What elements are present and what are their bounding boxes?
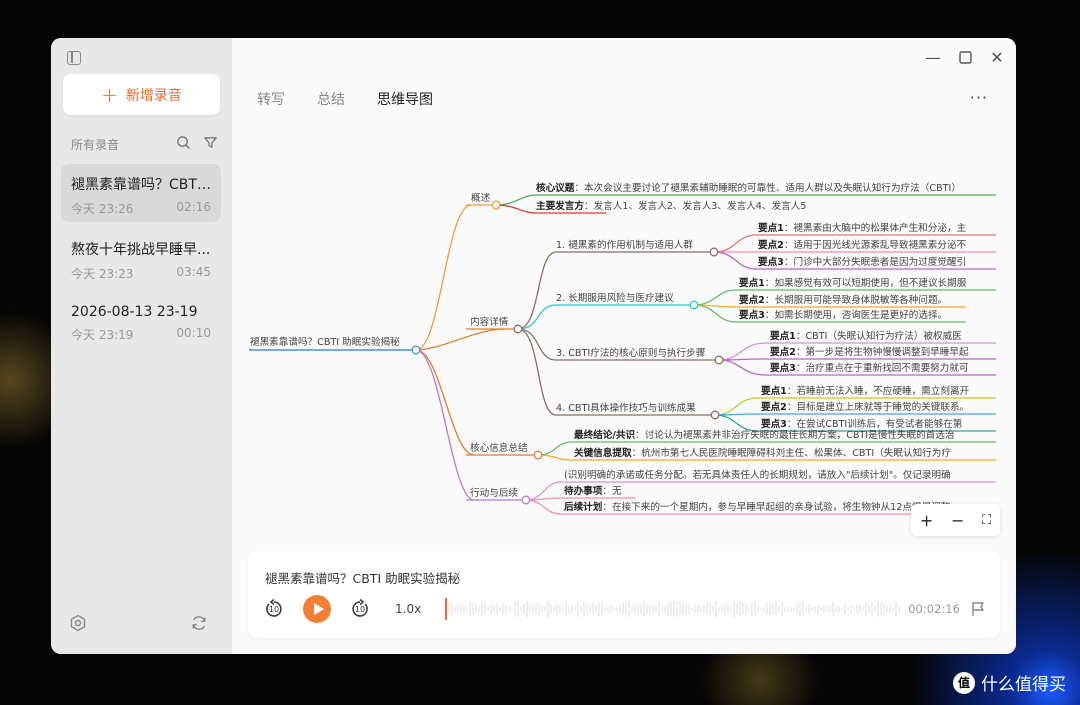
sidebar-tools <box>176 135 218 150</box>
mindmap-node[interactable]: 2. 长期服用风险与医疗建议 <box>556 293 674 305</box>
flag-icon[interactable] <box>970 601 986 617</box>
mindmap-branch-core[interactable]: 核心信息总结 <box>470 443 528 455</box>
mindmap-node[interactable]: 要点2：长期服用可能导致身体脱敏等各种问题。 <box>739 295 947 307</box>
recording-duration: 03:45 <box>176 265 211 279</box>
mindmap-node[interactable]: 主要发言方：发言人1、发言人2、发言人3、发言人4、发言人5 <box>536 201 806 213</box>
plus-icon: + <box>101 82 118 107</box>
mindmap-node[interactable]: 要点3：如需长期使用，咨询医生是更好的选择。 <box>739 310 947 322</box>
player-title: 褪黑素靠谱吗？CBTI 助眠实验揭秘 <box>265 571 461 586</box>
tab-bar: 转写 总结 思维导图 <box>257 89 433 109</box>
mindmap-node[interactable]: 关键信息提取：杭州市第七人民医院睡眠障碍科刘主任、松果体、CBTI（失眠认知行为… <box>574 448 951 460</box>
mindmap-node[interactable]: 1. 褪黑素的作用机制与适用人群 <box>556 240 693 252</box>
window-controls: — ✕ <box>924 48 1006 67</box>
watermark: 值 什么值得买 <box>953 670 1066 695</box>
mindmap-node[interactable]: 后续计划：在接下来的一个星期内，参与早睡早起组的亲身试验，将生物钟从12点慢慢调… <box>564 502 950 514</box>
forward-10-button[interactable]: 10 <box>349 598 371 620</box>
tab-transcript[interactable]: 转写 <box>257 89 285 109</box>
playback-time: 00:02:16 <box>908 602 960 616</box>
mindmap-node[interactable]: (识别明确的承诺或任务分配。若无具体责任人的长期规划，请放入"后续计划"。仅记录… <box>564 470 951 482</box>
all-recordings-label: 所有录音 <box>71 138 120 152</box>
mindmap-node[interactable]: 要点3：门诊中大部分失眠患者是因为过度觉醒引 <box>758 257 966 269</box>
zoom-in-icon[interactable]: + <box>920 511 933 530</box>
mindmap-node[interactable]: 待办事项：无 <box>564 486 622 498</box>
filter-icon[interactable] <box>203 135 218 150</box>
main-panel: — ✕ 转写 总结 思维导图 ··· 褪黑素靠谱吗？CBTI 助眠实验揭秘 概述… <box>232 38 1016 654</box>
mindmap-branch-actions[interactable]: 行动与后续 <box>470 488 518 500</box>
minimize-icon[interactable]: — <box>924 48 942 67</box>
watermark-text: 什么值得买 <box>981 675 1066 695</box>
zoom-out-icon[interactable]: − <box>951 511 964 530</box>
recording-item[interactable]: 2026-08-13 23-19 今天 23:19 00:10 <box>61 294 221 352</box>
app-window: + 新增录音 所有录音 褪黑素靠谱吗？CBTI... 今天 23:26 02:16… <box>51 38 1016 654</box>
mindmap-node[interactable]: 要点2：适用于因光线光源紊乱导致褪黑素分泌不 <box>758 240 966 252</box>
search-icon[interactable] <box>176 135 191 150</box>
mindmap-node[interactable]: 3. CBTI疗法的核心原则与执行步骤 <box>556 348 705 360</box>
mindmap-canvas[interactable]: 褪黑素靠谱吗？CBTI 助眠实验揭秘 概述 内容详情 核心信息总结 行动与后续 … <box>246 142 996 547</box>
mindmap-zoom-controls: + − ⛶ <box>911 504 1000 536</box>
recording-list: 褪黑素靠谱吗？CBTI... 今天 23:26 02:16 熬夜十年挑战早睡早..… <box>61 164 221 359</box>
sidebar: + 新增录音 所有录音 褪黑素靠谱吗？CBTI... 今天 23:26 02:16… <box>51 38 232 654</box>
recording-date: 今天 23:23 <box>71 267 134 281</box>
recording-date: 今天 23:26 <box>71 202 134 216</box>
mindmap-branch-overview[interactable]: 概述 <box>471 193 490 205</box>
waveform-scrubber[interactable] <box>445 597 900 621</box>
recording-item[interactable]: 熬夜十年挑战早睡早... 今天 23:23 03:45 <box>61 229 221 287</box>
playback-speed[interactable]: 1.0x <box>395 602 421 616</box>
mindmap-node[interactable]: 要点1：CBTI（失眠认知行为疗法）被权威医 <box>770 331 962 343</box>
tab-summary[interactable]: 总结 <box>317 89 345 109</box>
mindmap-branch-details[interactable]: 内容详情 <box>470 317 508 329</box>
mindmap-node[interactable]: 要点1：褪黑素由大脑中的松果体产生和分泌，主 <box>758 223 966 235</box>
recording-title: 褪黑素靠谱吗？CBTI... <box>71 177 211 193</box>
recording-title: 2026-08-13 23-19 <box>71 304 198 320</box>
mindmap-node[interactable]: 4. CBTI具体操作技巧与训练成果 <box>556 403 696 415</box>
mindmap-node[interactable]: 要点1：若睡前无法入睡，不应硬睡，需立刻离开 <box>761 386 969 398</box>
mindmap-node[interactable]: 核心议题：本次会议主要讨论了褪黑素辅助睡眠的可靠性、适用人群以及失眠认知行为疗法… <box>536 183 961 195</box>
recording-title: 熬夜十年挑战早睡早... <box>71 242 211 258</box>
new-recording-label: 新增录音 <box>125 87 182 104</box>
maximize-icon[interactable] <box>956 48 974 66</box>
rewind-10-button[interactable]: 10 <box>263 598 285 620</box>
mindmap-node[interactable]: 要点3：治疗重点在于重新找回不需要努力就可 <box>770 363 969 375</box>
recording-duration: 02:16 <box>176 200 211 214</box>
fit-screen-icon[interactable]: ⛶ <box>982 513 991 528</box>
more-options-icon[interactable]: ··· <box>970 88 988 107</box>
mindmap-node[interactable]: 要点1：如果感觉有效可以短期使用，但不建议长期服 <box>739 278 966 290</box>
recording-item[interactable]: 褪黑素靠谱吗？CBTI... 今天 23:26 02:16 <box>61 164 221 222</box>
forward-seconds: 10 <box>354 604 366 614</box>
mindmap-node[interactable]: 要点2：第一步是将生物钟慢慢调整到早睡早起 <box>770 347 969 359</box>
new-recording-button[interactable]: + 新增录音 <box>63 74 220 115</box>
mindmap-root-node[interactable]: 褪黑素靠谱吗？CBTI 助眠实验揭秘 <box>250 337 400 349</box>
recording-duration: 00:10 <box>176 326 211 340</box>
recording-date: 今天 23:19 <box>71 328 134 342</box>
sync-icon[interactable] <box>190 614 208 632</box>
close-icon[interactable]: ✕ <box>988 48 1006 67</box>
audio-player: 褪黑素靠谱吗？CBTI 助眠实验揭秘 10 10 1.0x 00:02:16 <box>248 550 1000 638</box>
sidebar-toggle-icon[interactable] <box>67 51 81 65</box>
waveform-graphic <box>445 598 900 620</box>
rewind-seconds: 10 <box>268 604 280 614</box>
watermark-logo-icon: 值 <box>953 671 975 694</box>
settings-icon[interactable] <box>69 614 87 632</box>
mindmap-node[interactable]: 要点2：目标是建立上床就等于睡觉的关键联系。 <box>761 402 969 414</box>
tab-mindmap[interactable]: 思维导图 <box>377 89 433 109</box>
mindmap-node[interactable]: 最终结论/共识：讨论认为褪黑素并非治疗失眠的最佳长期方案，CBTI是慢性失眠的首… <box>574 430 954 442</box>
play-button[interactable] <box>303 595 331 623</box>
